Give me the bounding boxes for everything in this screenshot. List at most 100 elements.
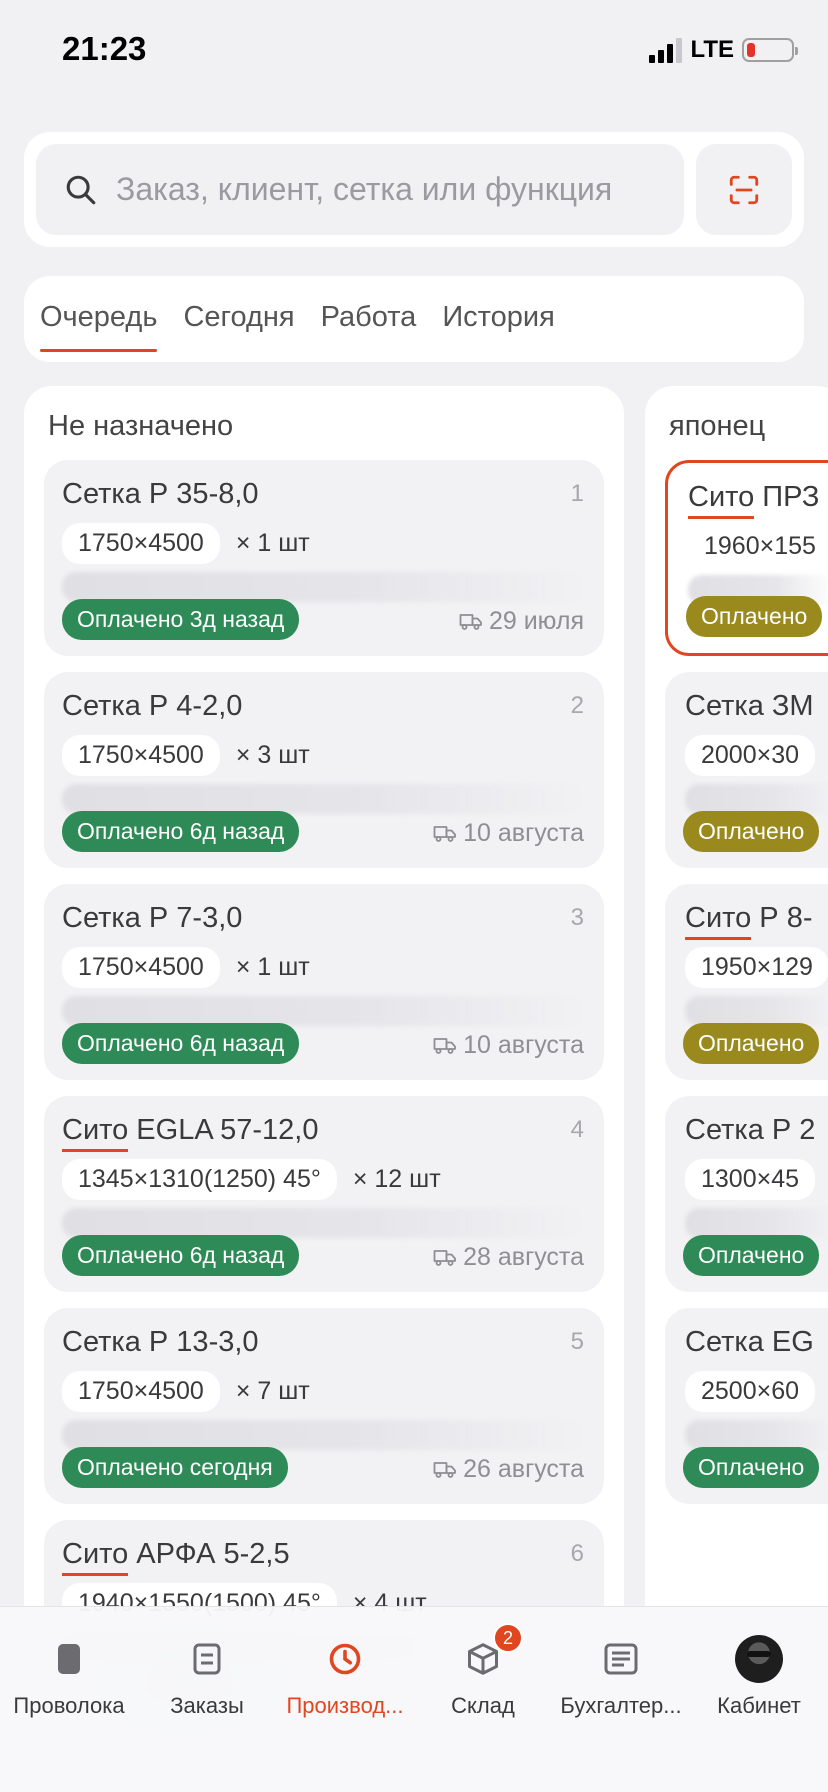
delivery-date-text: 26 августа [463, 1455, 584, 1483]
client-info-redacted [62, 572, 586, 602]
tabbar-label: Заказы [170, 1693, 244, 1718]
client-info-redacted [685, 1208, 828, 1238]
card-dimensions: 2500×60 [685, 1371, 816, 1412]
client-info-redacted [62, 996, 586, 1026]
delivery-date: 29 июля [459, 607, 584, 636]
tabbar-item-orders[interactable]: Заказы [138, 1607, 276, 1792]
notification-badge: 2 [493, 1623, 523, 1653]
card-number: 4 [570, 1116, 584, 1143]
wire-spool-icon [56, 1637, 82, 1681]
card-title: Сетка Р 13-3,0 [62, 1326, 586, 1359]
card-specs: 1750×4500 × 1 шт [62, 523, 586, 564]
card-number: 1 [570, 480, 584, 507]
network-label: LTE [690, 36, 734, 63]
card-kind: Сетка [685, 1326, 764, 1358]
card-dimensions: 1750×4500 [62, 947, 220, 988]
tabbar-item-accounting[interactable]: Бухгалтер... [552, 1607, 690, 1792]
status-bar: 21:23 LTE [0, 0, 828, 100]
card-title: Сетка Р 4-2,0 [62, 690, 586, 723]
card-kind: Сетка [62, 902, 141, 934]
card-kind: Сито [62, 1538, 129, 1570]
tab-queue[interactable]: Очередь [40, 301, 158, 352]
tabbar-label: Бухгалтер... [560, 1693, 682, 1718]
order-card[interactable]: Сетка EG 2500×60 Оплачено [665, 1308, 828, 1504]
tabbar-label: Проволока [13, 1693, 125, 1718]
card-specs: 1960×155 [688, 526, 828, 567]
card-title: Сито ПРЗ [688, 481, 828, 514]
tab-work[interactable]: Работа [321, 301, 417, 338]
payment-status-badge: Оплачено [683, 1023, 820, 1064]
search-bar [24, 132, 804, 247]
delivery-date: 10 августа [433, 1031, 584, 1060]
card-kind: Сетка [62, 478, 141, 510]
card-title: Сетка Р 7-3,0 [62, 902, 586, 935]
payment-status-badge: Оплачено 6д назад [62, 1235, 300, 1276]
card-number: 2 [570, 692, 584, 719]
tab-today[interactable]: Сегодня [183, 301, 294, 338]
search-icon [66, 175, 96, 204]
tabbar-item-production[interactable]: Производ... [276, 1607, 414, 1792]
order-card[interactable]: Сетка ЗМ 2000×30 Оплачено [665, 672, 828, 868]
scan-icon [729, 175, 759, 204]
battery-icon [742, 38, 798, 62]
view-tabs: Очередь Сегодня Работа История [24, 276, 804, 362]
order-card[interactable]: Сетка Р 13-3,0 5 1750×4500 × 7 шт Оплачено с… [44, 1308, 604, 1504]
status-indicators: LTE [649, 36, 798, 64]
truck-icon [459, 613, 482, 630]
card-dimensions: 1750×4500 [62, 523, 220, 564]
order-card[interactable]: Сетка Р 4-2,0 2 1750×4500 × 3 шт Оплачено 6д… [44, 672, 604, 868]
client-info-redacted [685, 784, 828, 814]
order-card[interactable]: Сито Р 8- 1950×129 Оплачено [665, 884, 828, 1080]
payment-status-badge: Оплачено [683, 1447, 820, 1488]
payment-status-badge: Оплачено сегодня [62, 1447, 288, 1488]
card-kind: Сетка [62, 1326, 141, 1358]
payment-status-badge: Оплачено 6д назад [62, 1023, 300, 1064]
order-card[interactable]: Сито ПРЗ 1960×155 Оплачено [665, 460, 828, 656]
payment-status-badge: Оплачено 6д назад [62, 811, 300, 852]
card-dimensions: 1345×1310(1250) 45° [62, 1159, 337, 1200]
card-kind: Сетка [685, 690, 764, 722]
status-time: 21:23 [62, 30, 147, 67]
card-dimensions: 1750×4500 [62, 735, 220, 776]
column-unassigned: Не назначено Сетка Р 35-8,0 1 1750×4500 × 1… [24, 386, 624, 1686]
card-kind: Сито [688, 481, 755, 513]
tabbar-label: Производ... [286, 1693, 404, 1718]
client-info-redacted [62, 1420, 586, 1450]
tabbar-label: Склад [451, 1693, 515, 1718]
tabbar-item-profile[interactable]: Кабинет [690, 1607, 828, 1792]
tabbar-item-warehouse[interactable]: 2 Склад [414, 1607, 552, 1792]
card-quantity: × 1 шт [235, 953, 310, 981]
delivery-date-text: 10 августа [463, 819, 584, 847]
column-title: Не назначено [48, 410, 234, 442]
order-card[interactable]: Сетка Р 2 1300×45 Оплачено [665, 1096, 828, 1292]
truck-icon [433, 1461, 457, 1478]
card-name: Р 2 [771, 1114, 816, 1146]
card-number: 3 [570, 904, 584, 931]
box-icon: 2 [465, 1623, 523, 1681]
delivery-date-text: 28 августа [463, 1243, 584, 1271]
tabbar-item-wire[interactable]: Проволока [0, 1607, 138, 1792]
card-dimensions: 1300×45 [685, 1159, 816, 1200]
card-name: EGLA 57-12,0 [136, 1114, 319, 1146]
order-card[interactable]: Сетка Р 7-3,0 3 1750×4500 × 1 шт Оплачено 6д… [44, 884, 604, 1080]
scan-button[interactable] [696, 144, 792, 235]
delivery-date-text: 29 июля [488, 607, 584, 635]
card-quantity: × 3 шт [235, 741, 310, 769]
card-title: Сито Р 8- [685, 902, 828, 935]
tab-history[interactable]: История [442, 301, 554, 338]
order-card[interactable]: Сито EGLA 57-12,0 4 1345×1310(1250) 45° × 1… [44, 1096, 604, 1292]
card-quantity: × 7 шт [235, 1377, 310, 1405]
card-specs: 1950×129 [685, 947, 828, 988]
tabbar-label: Кабинет [717, 1693, 801, 1718]
card-number: 5 [570, 1328, 584, 1355]
search-field[interactable] [36, 144, 684, 235]
client-info-redacted [685, 996, 828, 1026]
card-name: ПРЗ [762, 481, 820, 513]
truck-icon [433, 825, 457, 842]
card-name: Р 8- [759, 902, 813, 934]
order-card[interactable]: Сетка Р 35-8,0 1 1750×4500 × 1 шт Оплачено 3… [44, 460, 604, 656]
search-input[interactable] [116, 171, 684, 208]
column-worker: японец Сито ПРЗ 1960×155 Оплачено Сетка ЗМ 2… [645, 386, 828, 1686]
client-info-redacted [685, 1420, 828, 1450]
card-title: Сетка EG [685, 1326, 828, 1359]
